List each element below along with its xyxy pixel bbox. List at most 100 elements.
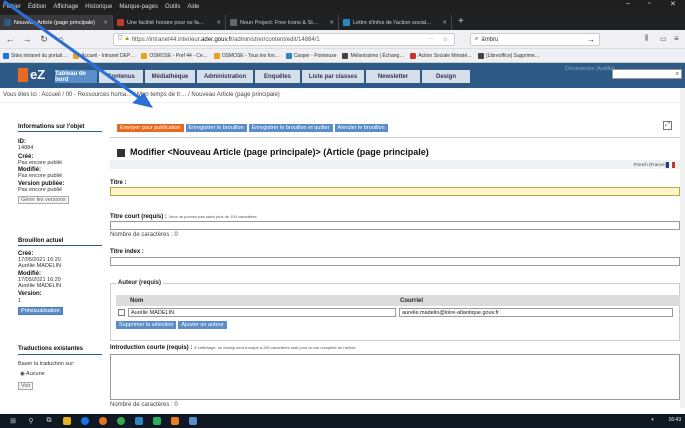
- search-icon[interactable]: ⚲: [24, 414, 38, 428]
- file-explorer-icon[interactable]: [60, 414, 74, 428]
- menu-view[interactable]: Affichage: [53, 4, 78, 10]
- edge-icon[interactable]: [78, 414, 92, 428]
- writer-icon[interactable]: [132, 414, 146, 428]
- new-tab-button[interactable]: +: [458, 16, 464, 27]
- tab-design[interactable]: Design: [422, 70, 470, 83]
- intro-char-count: Nombre de caractères : 0: [110, 402, 178, 408]
- close-tab-icon[interactable]: ✕: [216, 20, 221, 26]
- expand-icon[interactable]: ⤢: [663, 121, 672, 130]
- close-window-button[interactable]: ✕: [670, 0, 676, 8]
- edit-action-bar: Envoyer pour publication Enregistrer le …: [117, 123, 682, 132]
- id-value: 14884: [18, 145, 34, 151]
- remove-selection-button[interactable]: Supprimer la sélection: [116, 321, 177, 329]
- intro-textarea[interactable]: [110, 354, 680, 400]
- search-box[interactable]: ⌕ ämbru →: [470, 33, 600, 46]
- language-label: French (France): [633, 162, 666, 167]
- bookmark-icon: [342, 52, 349, 59]
- view-button[interactable]: Voir: [18, 382, 34, 390]
- maximize-button[interactable]: ▫: [648, 0, 650, 7]
- tab-nouveau-article[interactable]: Nouveau Article (page principale) ✕: [0, 15, 113, 30]
- tab-mediatheque[interactable]: Médiathèque: [145, 70, 195, 83]
- author-checkbox[interactable]: [118, 309, 125, 316]
- task-view-icon[interactable]: ⧉: [42, 414, 56, 428]
- calc-icon[interactable]: [150, 414, 164, 428]
- cancel-draft-button[interactable]: Annuler le brouillon: [334, 123, 388, 132]
- search-icon[interactable]: ⌕: [676, 71, 679, 78]
- intro-label: Introduction courte (requis) : À l'affic…: [110, 345, 356, 351]
- tab-liste-par-classes[interactable]: Liste par classes: [302, 70, 364, 83]
- app-search-input[interactable]: ⌕: [612, 69, 682, 79]
- library-icon[interactable]: ⫼: [645, 35, 648, 43]
- bookmark-osmose-tous[interactable]: OSMOSE - Tous les fon…: [213, 52, 280, 59]
- hamburger-menu-icon[interactable]: ≡: [674, 34, 679, 43]
- tab-noun-project[interactable]: Noun Project: Free Icons & St… ✕: [226, 15, 339, 30]
- tab-favicon-icon: [117, 19, 124, 26]
- home-icon[interactable]: ⌂: [54, 34, 68, 44]
- close-tab-icon[interactable]: ✕: [329, 20, 334, 26]
- bookmark-icon: [478, 52, 485, 59]
- short-title-input[interactable]: [110, 221, 680, 230]
- tab-facilite-horaire[interactable]: Une facilité horaire pour se fa… ✕: [113, 15, 226, 30]
- chrome-icon[interactable]: [114, 414, 128, 428]
- author-email-field[interactable]: aurelie.madelin@loire-atlantique.gouv.fr: [399, 308, 673, 317]
- menu-bookmarks[interactable]: Marque-pages: [119, 4, 158, 10]
- bookmark-osmose-pref[interactable]: OSMOSE - Pref 44 - Ce…: [141, 52, 208, 59]
- search-go-icon[interactable]: →: [587, 35, 595, 44]
- tab-newsletter[interactable]: Newsletter: [366, 70, 420, 83]
- close-tab-icon[interactable]: ✕: [442, 20, 447, 26]
- bookmark-sites-intranet[interactable]: Sites intranet du portail…: [3, 52, 67, 59]
- manage-versions-button[interactable]: Gérer les versions: [18, 196, 69, 204]
- page-actions-icon[interactable]: ···: [428, 36, 434, 42]
- page-scrollbar[interactable]: [680, 88, 685, 408]
- forward-icon[interactable]: →: [20, 34, 34, 44]
- bookmark-icon: [285, 52, 292, 59]
- bookmark-icon: [73, 52, 80, 59]
- address-bar[interactable]: ⛉ 🔒︎ https://intranet44.interieur. ader.g…: [113, 33, 455, 46]
- windows-start-icon[interactable]: ⊞: [6, 414, 20, 428]
- back-icon[interactable]: ←: [3, 34, 17, 44]
- author-table-header: Nom Courriel: [116, 295, 680, 306]
- author-name-field[interactable]: Aurélie MADELIN: [128, 308, 396, 317]
- app-icon[interactable]: [186, 414, 200, 428]
- title-input[interactable]: [110, 187, 680, 196]
- index-title-input[interactable]: [110, 257, 680, 266]
- menu-history[interactable]: Historique: [85, 4, 112, 10]
- shield-icon: ⛉: [118, 36, 123, 42]
- bookmark-accueil-intranet[interactable]: Accueil - Intranet DEP…: [73, 52, 135, 59]
- tab-administration[interactable]: Administration: [197, 70, 253, 83]
- publish-button[interactable]: Envoyer pour publication: [117, 123, 184, 132]
- save-draft-button[interactable]: Enregistrer le brouillon: [185, 123, 247, 132]
- bookmark-libreoffice[interactable]: [Libreoffice] Supprime…: [478, 52, 540, 59]
- bookmark-star-icon[interactable]: ☆: [443, 36, 448, 43]
- minimize-button[interactable]: –: [626, 0, 630, 7]
- os-taskbar: ⊞ ⚲ ⧉ 🔈︎ 16:43: [0, 414, 685, 428]
- menu-edit[interactable]: Édition: [28, 4, 46, 10]
- french-flag-icon: [666, 162, 675, 168]
- add-author-button[interactable]: Ajouter un auteur: [178, 321, 227, 329]
- impress-icon[interactable]: [168, 414, 182, 428]
- firefox-icon[interactable]: [96, 414, 110, 428]
- tab-tableau-de-bord[interactable]: Tableau de bord: [55, 70, 97, 83]
- tab-lettre-infos[interactable]: Lettre d'infos de l'action social… ✕: [339, 15, 452, 30]
- bookmark-melanissimo[interactable]: Mélanissimo | Échang…: [342, 52, 404, 59]
- menu-file[interactable]: Fichier: [3, 4, 21, 10]
- reload-icon[interactable]: ↻: [37, 34, 51, 45]
- radio-none[interactable]: ◉ Aucune: [20, 371, 45, 377]
- sidebar-icon[interactable]: ▭: [660, 35, 667, 43]
- translations-title: Traductions existantes: [18, 346, 84, 352]
- menu-help[interactable]: Aide: [187, 4, 199, 10]
- close-tab-icon[interactable]: ✕: [103, 20, 108, 26]
- logout-link[interactable]: Déconnexion (Aurélie): [565, 66, 615, 72]
- version-value: 1: [18, 298, 22, 304]
- bookmark-casper[interactable]: Casper - Pointeuse: [285, 52, 336, 59]
- tab-enquetes[interactable]: Enquêtes: [255, 70, 300, 83]
- object-info-title: Informations sur l'objet: [18, 124, 85, 130]
- preview-button[interactable]: Prévisualisation: [18, 307, 63, 315]
- tab-contenus[interactable]: Contenus: [99, 70, 143, 83]
- menu-tools[interactable]: Outils: [165, 4, 180, 10]
- published-version-value: Pas encore publié: [18, 187, 63, 193]
- bookmark-action-sociale[interactable]: Action Sociale Ministé…: [410, 52, 472, 59]
- ez-logo[interactable]: eZ: [18, 67, 48, 84]
- save-quit-button[interactable]: Enregistrer le brouillon et quitter: [248, 123, 333, 132]
- volume-icon[interactable]: 🔈︎: [651, 417, 655, 424]
